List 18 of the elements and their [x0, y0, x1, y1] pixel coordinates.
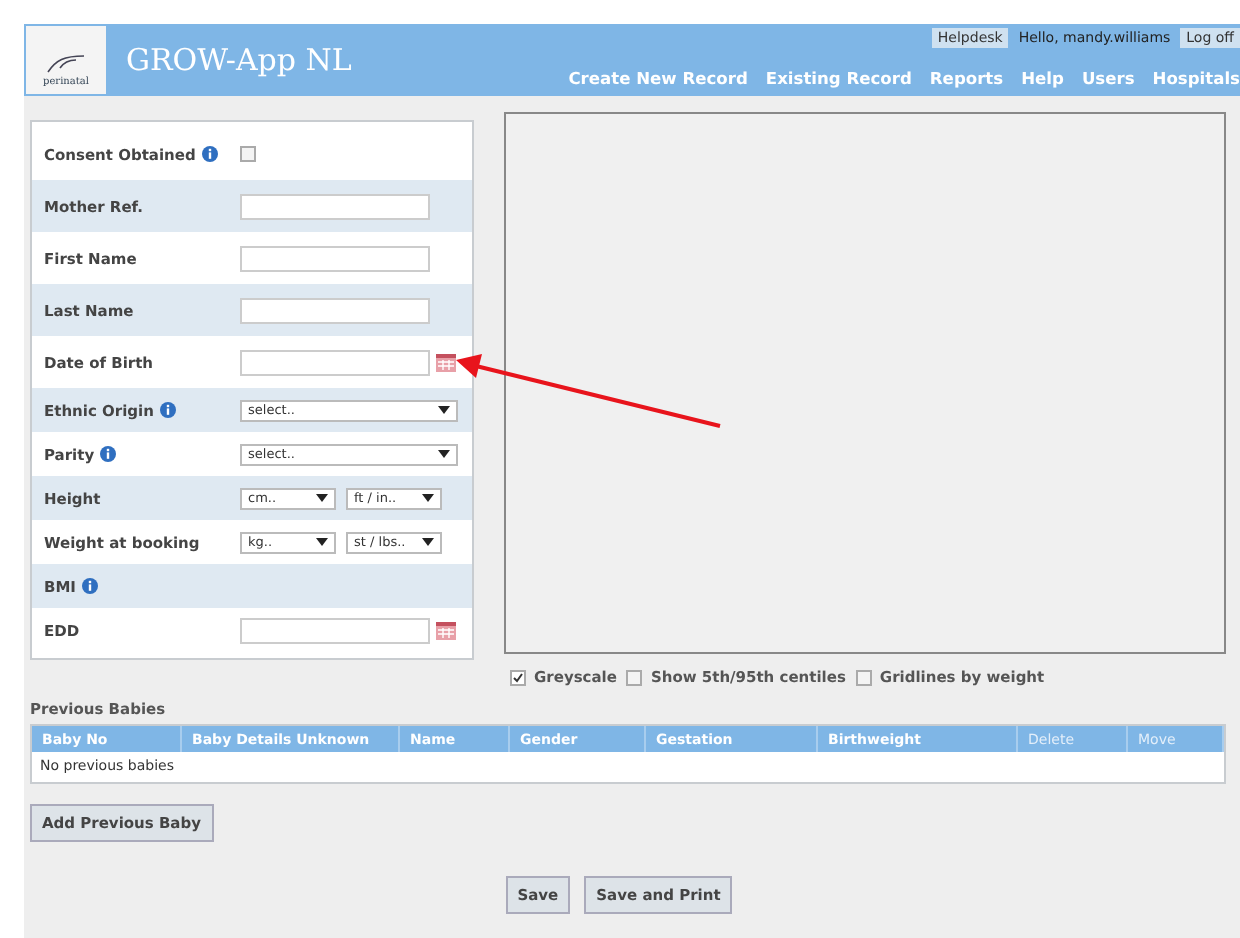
calendar-icon[interactable]: [436, 353, 456, 371]
date-field[interactable]: [240, 349, 430, 375]
checkbox[interactable]: [855, 669, 872, 685]
checkbox[interactable]: [510, 669, 526, 685]
caret-icon: [438, 450, 450, 458]
calendar-icon[interactable]: [436, 621, 456, 639]
caret-icon: [422, 494, 434, 502]
caret-icon: [316, 494, 328, 502]
input-field[interactable]: [240, 193, 430, 219]
input-field[interactable]: [240, 297, 430, 323]
app-title: GROW-App NL: [126, 42, 354, 78]
caret-icon: [316, 538, 328, 546]
input-field[interactable]: [240, 245, 430, 271]
checkbox[interactable]: [626, 669, 643, 685]
checkbox[interactable]: [240, 146, 256, 162]
date-field[interactable]: [240, 617, 430, 643]
caret-icon: [438, 406, 450, 414]
caret-icon: [422, 538, 434, 546]
